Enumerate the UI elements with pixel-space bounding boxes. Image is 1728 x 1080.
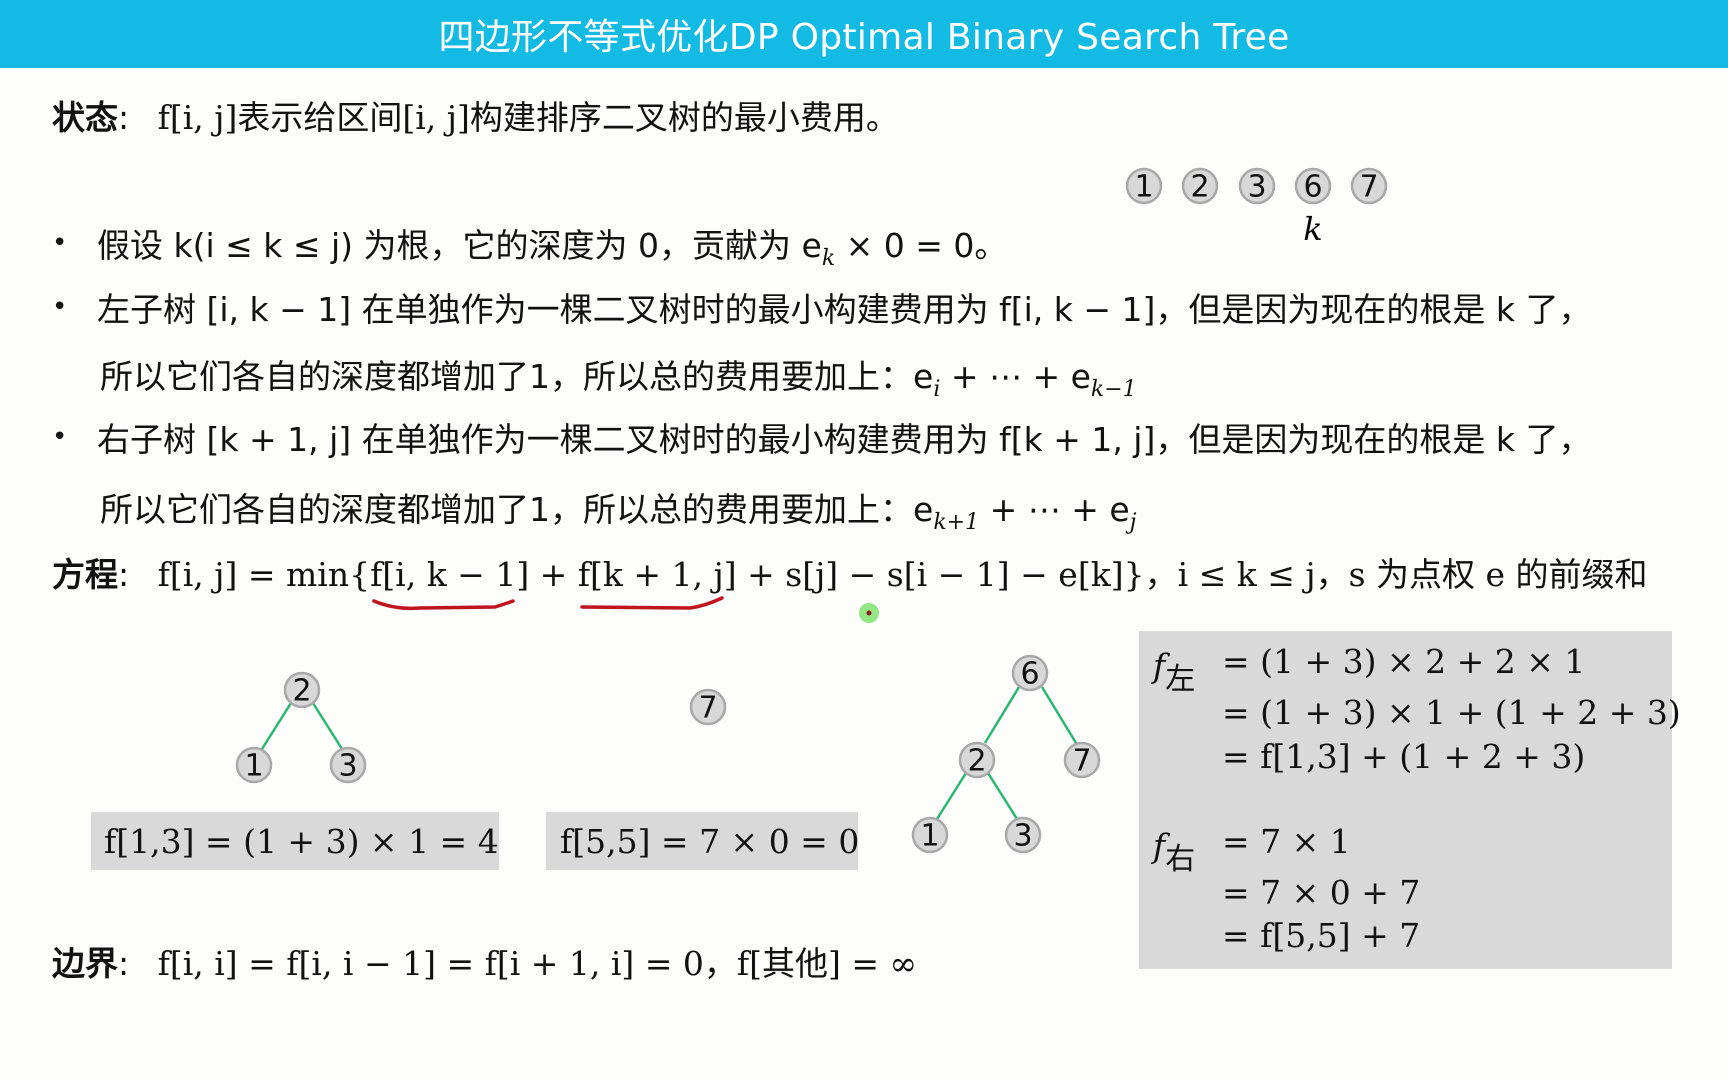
svg-text:2: 2 [967, 744, 986, 779]
left-tree-right: 3 [329, 746, 367, 784]
top-node-6: 6 [1294, 167, 1332, 205]
svg-text:1: 1 [1134, 170, 1153, 205]
combined-tree-left-left: 1 [911, 816, 949, 854]
combined-tree-right: 7 [1063, 741, 1101, 779]
tree-edge [935, 772, 968, 820]
tree-edge [260, 702, 293, 750]
tree-edge [983, 686, 1021, 744]
svg-text:7: 7 [1072, 744, 1091, 779]
top-node-2: 2 [1181, 167, 1219, 205]
svg-text:6: 6 [1020, 657, 1039, 692]
combined-tree-left-right: 3 [1004, 816, 1042, 854]
svg-text:2: 2 [1190, 170, 1209, 205]
svg-text:7: 7 [698, 691, 717, 726]
mouse-pointer-dot [866, 610, 872, 616]
top-node-7: 7 [1350, 167, 1388, 205]
root-pointer-label: k [1303, 210, 1322, 248]
diagram-layer: 1 2 3 6 7 k 2 1 3 7 6 2 7 1 3 [235, 167, 1388, 854]
svg-text:3: 3 [338, 749, 357, 784]
combined-tree-root: 6 [1011, 654, 1049, 692]
svg-text:3: 3 [1247, 170, 1266, 205]
single-node: 7 [689, 688, 727, 726]
svg-text:7: 7 [1359, 170, 1378, 205]
svg-text:1: 1 [244, 749, 263, 784]
svg-text:6: 6 [1303, 170, 1322, 205]
tree-edge [986, 772, 1019, 820]
top-node-3: 3 [1238, 167, 1276, 205]
combined-tree-left: 2 [958, 741, 996, 779]
annotation-underline-left [372, 599, 515, 611]
tree-edge [311, 702, 344, 750]
top-node-1: 1 [1125, 167, 1163, 205]
svg-text:1: 1 [920, 819, 939, 854]
svg-text:3: 3 [1013, 819, 1032, 854]
left-tree-left: 1 [235, 746, 273, 784]
svg-text:2: 2 [292, 674, 311, 709]
annotation-underline-right [580, 596, 724, 610]
left-tree-root: 2 [283, 671, 321, 709]
tree-edge [1040, 686, 1078, 744]
